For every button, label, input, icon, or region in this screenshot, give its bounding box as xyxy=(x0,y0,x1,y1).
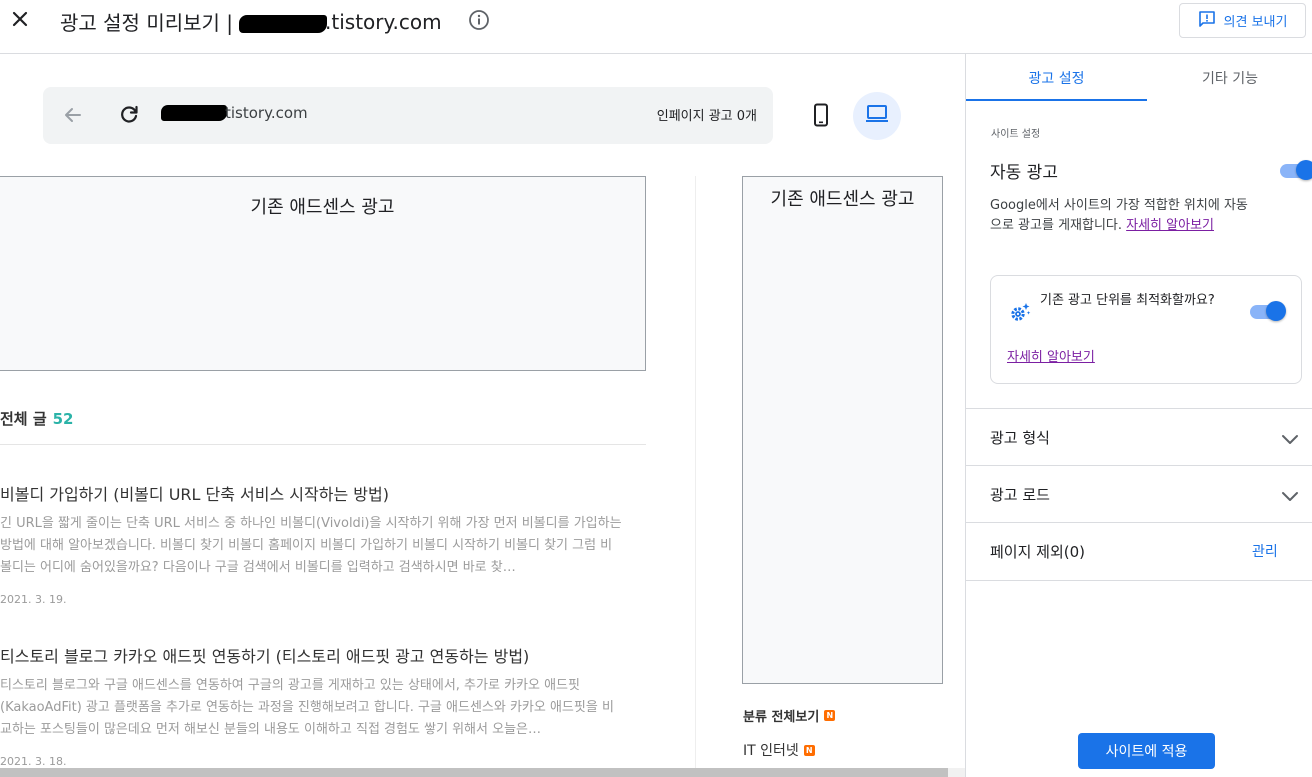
list-item[interactable]: 비볼디 가입하기 (비볼디 URL 단축 서비스 시작하는 방법) 긴 URL을… xyxy=(0,484,640,606)
settings-panel: 광고 설정 기타 기능 사이트 설정 자동 광고 Google에서 사이트의 가… xyxy=(965,54,1312,777)
smartphone-icon xyxy=(808,103,834,132)
category-all-link[interactable]: 분류 전체보기 N xyxy=(743,706,836,725)
page-exclusions-label: 페이지 제외(0) xyxy=(990,542,1086,561)
learn-more-link[interactable]: 자세히 알아보기 xyxy=(1126,218,1214,233)
new-badge: N xyxy=(824,710,836,721)
redacted-blog-name xyxy=(239,14,328,33)
ad-slot-label: 기존 애드센스 광고 xyxy=(250,197,395,218)
learn-more-link[interactable]: 자세히 알아보기 xyxy=(1007,346,1095,365)
tab-other-features[interactable]: 기타 기능 xyxy=(1147,54,1312,102)
auto-optimize-gear-icon xyxy=(1008,301,1032,325)
all-posts-count: 52 xyxy=(52,410,74,428)
all-posts-heading: 전체 글 52 xyxy=(0,408,74,429)
chevron-down-icon xyxy=(1278,484,1302,508)
toggle-thumb xyxy=(1296,160,1312,180)
optimize-existing-ads-card: 기존 광고 단위를 최적화할까요? 자세히 알아보기 xyxy=(990,275,1302,384)
section-label: 사이트 설정 xyxy=(991,129,1041,140)
close-icon xyxy=(11,10,29,32)
ad-slot-label: 기존 애드센스 광고 xyxy=(770,189,915,210)
all-posts-label: 전체 글 xyxy=(0,410,47,428)
chevron-down-icon xyxy=(1278,427,1302,451)
info-icon[interactable] xyxy=(468,9,490,31)
preview-url: tistory.com xyxy=(161,104,308,122)
optimize-ads-toggle[interactable] xyxy=(1250,301,1286,323)
send-feedback-button[interactable]: 의견 보내기 xyxy=(1179,3,1306,38)
category-item[interactable]: IT 인터넷 N xyxy=(743,740,815,760)
title-prefix: 광고 설정 미리보기 | xyxy=(60,11,234,35)
back-button[interactable] xyxy=(61,103,85,127)
feedback-icon xyxy=(1198,10,1216,32)
optimize-text: 기존 광고 단위를 최적화할까요? xyxy=(1040,293,1215,308)
post-date: 2021. 3. 18. xyxy=(0,755,67,768)
manage-link[interactable]: 관리 xyxy=(1252,541,1278,561)
category-head-label: 분류 전체보기 xyxy=(743,710,820,725)
url-domain: tistory.com xyxy=(225,104,308,122)
existing-ad-slot-main[interactable]: 기존 애드센스 광고 xyxy=(0,176,646,371)
feedback-label: 의견 보내기 xyxy=(1223,15,1288,30)
horizontal-scrollbar[interactable] xyxy=(0,768,965,777)
auto-ads-toggle[interactable] xyxy=(1280,160,1312,182)
divider xyxy=(0,444,646,445)
page-exclusions-row: 페이지 제외(0) 관리 xyxy=(966,522,1312,579)
auto-ads-title: 자동 광고 xyxy=(990,163,1058,183)
post-excerpt: 긴 URL을 짧게 줄이는 단축 URL 서비스 중 하나인 비볼디(Vivol… xyxy=(0,516,622,575)
column-divider xyxy=(695,176,696,777)
mobile-view-button[interactable] xyxy=(808,102,834,128)
redacted-url-part xyxy=(161,105,227,121)
existing-ad-slot-sidebar[interactable]: 기존 애드센스 광고 xyxy=(742,176,943,684)
reload-button[interactable] xyxy=(117,103,141,127)
close-button[interactable] xyxy=(6,6,34,36)
post-title[interactable]: 비볼디 가입하기 (비볼디 URL 단축 서비스 시작하는 방법) xyxy=(0,484,640,506)
active-tab-indicator xyxy=(966,99,1147,101)
site-preview: tistory.com 인페이지 광고 0개 기존 애드센스 광고 기존 애드센… xyxy=(0,54,965,777)
laptop-icon xyxy=(864,101,890,131)
toggle-thumb xyxy=(1266,301,1286,321)
tab-ad-settings[interactable]: 광고 설정 xyxy=(966,54,1147,102)
divider xyxy=(966,580,1312,581)
ad-load-label: 광고 로드 xyxy=(990,485,1050,504)
post-excerpt: 티스토리 블로그와 구글 애드센스를 연동하여 구글의 광고를 게재하고 있는 … xyxy=(0,678,614,737)
auto-ads-description: Google에서 사이트의 가장 적합한 위치에 자동으로 광고를 게재합니다.… xyxy=(990,196,1252,236)
ad-formats-row[interactable]: 광고 형식 xyxy=(966,408,1312,465)
post-title[interactable]: 티스토리 블로그 카카오 애드핏 연동하기 (티스토리 애드핏 광고 연동하는 … xyxy=(0,646,640,668)
top-bar: 광고 설정 미리보기 | .tistory.com 의견 보내기 xyxy=(0,0,1312,54)
preview-url-bar: tistory.com 인페이지 광고 0개 xyxy=(43,87,773,144)
title-domain: .tistory.com xyxy=(325,9,442,34)
desktop-view-button[interactable] xyxy=(853,92,901,140)
new-badge: N xyxy=(803,744,815,756)
page-title: 광고 설정 미리보기 | .tistory.com xyxy=(60,7,442,36)
scrollbar-thumb[interactable] xyxy=(0,768,948,777)
inpage-ads-count: 인페이지 광고 0개 xyxy=(656,109,757,124)
list-item[interactable]: 티스토리 블로그 카카오 애드핏 연동하기 (티스토리 애드핏 광고 연동하는 … xyxy=(0,646,640,768)
arrow-left-icon xyxy=(61,108,85,131)
category-item-label: IT 인터넷 xyxy=(743,743,799,759)
ad-load-row[interactable]: 광고 로드 xyxy=(966,465,1312,522)
ad-formats-label: 광고 형식 xyxy=(990,428,1050,447)
apply-to-site-button[interactable]: 사이트에 적용 xyxy=(1078,733,1215,769)
post-date: 2021. 3. 19. xyxy=(0,593,67,606)
reload-icon xyxy=(117,105,141,131)
